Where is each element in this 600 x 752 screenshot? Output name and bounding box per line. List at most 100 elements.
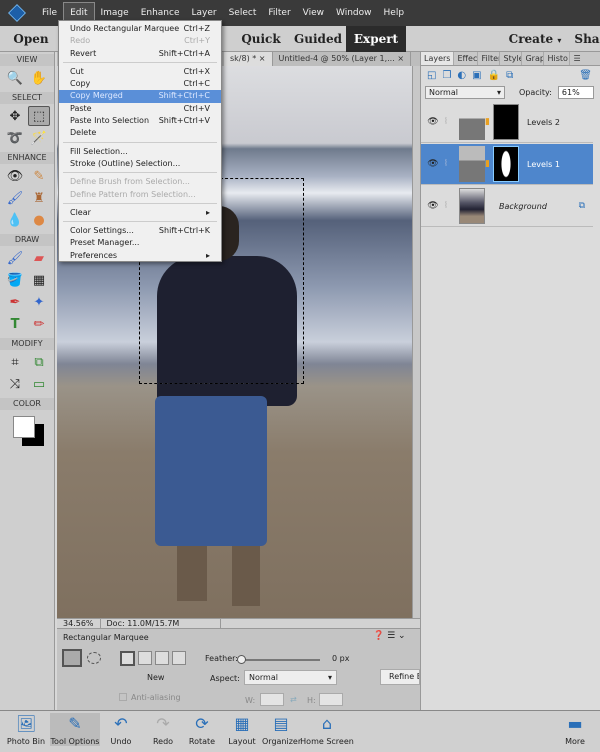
tab-histogram[interactable]: Histo — [544, 52, 571, 65]
menu-item-color-settings[interactable]: Color Settings... Shift+Ctrl+K — [59, 225, 221, 237]
opacity-input[interactable]: 61% — [557, 85, 594, 99]
blend-mode-select[interactable]: Normal ▾ — [425, 85, 505, 99]
add-selection-icon[interactable] — [138, 651, 152, 665]
smart-brush-tool-icon[interactable]: 🖌 — [4, 188, 26, 208]
width-input[interactable] — [260, 693, 284, 706]
spot-healing-tool-icon[interactable]: ✎ — [28, 166, 50, 186]
menu-help[interactable]: Help — [378, 0, 411, 26]
new-group-icon[interactable]: ❒ — [442, 70, 451, 81]
anti-aliasing-checkbox[interactable]: Anti-aliasing — [119, 693, 181, 702]
doc-tab-active[interactable]: sk/8) * × — [224, 52, 273, 66]
refine-edge-button[interactable]: Refine E — [380, 669, 420, 685]
feather-slider-thumb[interactable] — [237, 655, 246, 664]
menu-item-cut[interactable]: Cut Ctrl+X — [59, 66, 221, 78]
color-swatches[interactable] — [0, 410, 54, 450]
doc-tab-untitled-4[interactable]: Untitled-4 @ 50% (Layer 1,... × — [273, 52, 412, 66]
link-icon[interactable]: ⦚ — [445, 159, 459, 169]
menu-item-clear[interactable]: Clear ▸ — [59, 207, 221, 219]
foreground-color-swatch[interactable] — [13, 416, 35, 438]
menu-window[interactable]: Window — [330, 0, 378, 26]
close-icon[interactable]: × — [259, 54, 266, 63]
swap-icon[interactable]: ⇄ — [290, 695, 297, 704]
share-button[interactable]: Sha — [572, 26, 600, 52]
mode-quick[interactable]: Quick — [236, 26, 286, 52]
photo-bin-button[interactable]: 🖼 Photo Bin — [6, 715, 46, 747]
marquee-tool-icon[interactable]: ⬚ — [28, 106, 50, 126]
link-icon[interactable]: ⦚ — [445, 201, 459, 211]
panel-menu-icon[interactable]: ☰ — [570, 52, 583, 65]
height-input[interactable] — [319, 693, 343, 706]
redo-button[interactable]: ↷ Redo — [148, 715, 178, 747]
gradient-tool-icon[interactable]: ▦ — [28, 270, 50, 290]
elliptical-marquee-option[interactable] — [87, 652, 101, 664]
link-icon[interactable]: ⦚ — [445, 117, 459, 127]
intersect-selection-icon[interactable] — [172, 651, 186, 665]
tab-effects[interactable]: Effec — [454, 52, 479, 65]
new-selection-icon[interactable] — [120, 651, 135, 666]
more-button[interactable]: ▬ More — [560, 715, 590, 747]
eye-icon[interactable]: 👁 — [421, 159, 445, 169]
tool-options-button[interactable]: ✎ Tool Options — [50, 713, 100, 746]
layer-row-levels-1[interactable]: 👁 ⦚ ▮ Levels 1 — [421, 144, 593, 185]
feather-slider[interactable] — [237, 655, 320, 664]
tab-layers[interactable]: Layers — [421, 52, 455, 65]
create-button[interactable]: Create ▾ — [505, 26, 565, 52]
brush-tool-icon[interactable]: 🖌 — [4, 248, 26, 268]
menu-item-delete[interactable]: Delete — [59, 127, 221, 139]
eye-icon[interactable]: 👁 — [421, 117, 445, 127]
menu-item-copy-merged[interactable]: Copy Merged Shift+Ctrl+C — [59, 90, 221, 103]
menu-item-revert[interactable]: Revert Shift+Ctrl+A — [59, 48, 221, 60]
layer-row-levels-2[interactable]: 👁 ⦚ ▮ Levels 2 — [421, 102, 593, 143]
menu-item-copy[interactable]: Copy Ctrl+C — [59, 78, 221, 90]
layout-button[interactable]: ▦ Layout — [226, 715, 258, 747]
menu-item-fill-selection[interactable]: Fill Selection... — [59, 146, 221, 158]
menu-select[interactable]: Select — [223, 0, 263, 26]
zoom-tool-icon[interactable]: 🔍 — [4, 68, 26, 88]
type-tool-icon[interactable]: T — [4, 314, 26, 334]
organizer-button[interactable]: ▤ Organizer — [262, 715, 301, 747]
tab-styles[interactable]: Style — [500, 52, 523, 65]
move-tool-icon[interactable]: ✥ — [4, 106, 26, 126]
crop-tool-icon[interactable]: ⌗ — [4, 352, 26, 372]
recompose-tool-icon[interactable]: ⧉ — [28, 352, 50, 372]
menu-item-stroke-outline-selection[interactable]: Stroke (Outline) Selection... — [59, 158, 221, 170]
home-screen-button[interactable]: ⌂ Home Screen — [300, 715, 354, 747]
undo-button[interactable]: ↶ Undo — [106, 715, 136, 747]
paint-bucket-tool-icon[interactable]: 🪣 — [4, 270, 26, 290]
menu-item-undo-rectangular-marquee[interactable]: Undo Rectangular Marquee Ctrl+Z — [59, 23, 221, 35]
mode-guided[interactable]: Guided — [290, 26, 346, 52]
rotate-button[interactable]: ⟳ Rotate — [186, 715, 218, 747]
content-aware-move-tool-icon[interactable]: ⤨ — [4, 374, 26, 394]
lock-icon[interactable]: 🔒 — [488, 70, 500, 81]
lasso-tool-icon[interactable]: ➰ — [4, 128, 26, 148]
adjustment-layer-icon[interactable]: ◐ — [457, 70, 466, 81]
vertical-scrollbar[interactable] — [412, 66, 420, 618]
red-eye-tool-icon[interactable]: 👁 — [4, 166, 26, 186]
eye-icon[interactable]: 👁 — [421, 201, 445, 211]
mode-expert[interactable]: Expert — [346, 26, 406, 52]
menu-view[interactable]: View — [297, 0, 330, 26]
new-layer-icon[interactable]: ◱ — [427, 70, 436, 81]
custom-shape-tool-icon[interactable]: ✦ — [28, 292, 50, 312]
hand-tool-icon[interactable]: ✋ — [28, 68, 50, 88]
pencil-tool-icon[interactable]: ✏ — [28, 314, 50, 334]
help-icon[interactable]: ❓ ☰ ⌄ — [373, 631, 406, 641]
layer-row-background[interactable]: 👁 ⦚ Background ⧉ — [421, 186, 593, 227]
menu-item-paste[interactable]: Paste Ctrl+V — [59, 103, 221, 115]
tab-graphics[interactable]: Grap — [522, 52, 545, 65]
rectangular-marquee-option[interactable] — [62, 649, 82, 667]
close-icon[interactable]: × — [397, 54, 404, 63]
aspect-select[interactable]: Normal ▾ — [244, 670, 337, 685]
menu-item-preset-manager[interactable]: Preset Manager... — [59, 237, 221, 249]
menu-item-preferences[interactable]: Preferences ▸ — [59, 250, 221, 262]
tab-filters[interactable]: Filter — [478, 52, 501, 65]
quick-selection-tool-icon[interactable]: 🪄 — [28, 128, 50, 148]
trash-icon[interactable]: 🗑 — [579, 70, 592, 81]
subtract-selection-icon[interactable] — [155, 651, 169, 665]
lock-all-icon[interactable]: ⧉ — [506, 70, 513, 81]
blur-tool-icon[interactable]: 💧 — [4, 210, 26, 230]
layer-mask-icon[interactable]: ▣ — [472, 70, 481, 81]
zoom-level[interactable]: 34.56% — [57, 619, 101, 628]
clone-stamp-tool-icon[interactable]: ♜ — [28, 188, 50, 208]
eraser-tool-icon[interactable]: ▰ — [28, 248, 50, 268]
